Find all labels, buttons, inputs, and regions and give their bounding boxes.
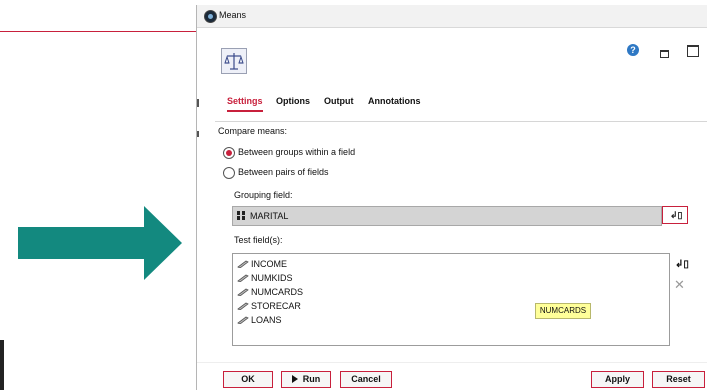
spss-modeler-icon [204, 10, 217, 23]
title-bar: Means [197, 5, 707, 28]
test-fields-list[interactable]: INCOME NUMKIDS NUMCARDS STORECAR LOANS N… [232, 253, 670, 346]
tab-annotations[interactable]: Annotations [368, 96, 421, 110]
compare-means-label: Compare means: [218, 126, 288, 136]
background-slide [0, 0, 196, 390]
tab-settings[interactable]: Settings [227, 96, 263, 112]
means-dialog: Means ? Settings Options Output Annotati… [196, 5, 707, 391]
reset-label: Reset [666, 374, 691, 384]
run-icon [291, 375, 298, 383]
tab-output[interactable]: Output [324, 96, 354, 110]
minimize-icon[interactable] [660, 50, 669, 58]
run-button[interactable]: Run [281, 371, 331, 388]
field-picker-icon: ↲▯ [670, 210, 683, 220]
slide-edge-bar [0, 340, 4, 390]
run-label: Run [302, 374, 321, 384]
radio-label: Between pairs of fields [238, 167, 329, 177]
tab-underline [215, 121, 707, 122]
window-title: Means [219, 10, 247, 20]
list-item-label: NUMCARDS [251, 287, 304, 297]
grouping-field-value: MARITAL [250, 211, 289, 221]
list-item-label: STORECAR [251, 301, 301, 311]
field-picker-button[interactable]: ↲▯ [662, 206, 688, 224]
radio-button[interactable] [223, 167, 235, 179]
continuous-field-icon [237, 274, 249, 282]
edge-marker [197, 99, 199, 107]
cancel-label: Cancel [351, 374, 381, 384]
remove-icon[interactable]: ✕ [674, 277, 685, 293]
field-picker-icon[interactable]: ↲▯ [675, 259, 689, 270]
field-tooltip: NUMCARDS [535, 303, 591, 319]
ok-button[interactable]: OK [223, 371, 273, 388]
reset-button[interactable]: Reset [652, 371, 705, 388]
maximize-icon[interactable] [687, 45, 699, 57]
continuous-field-icon [237, 316, 249, 324]
apply-label: Apply [604, 374, 630, 384]
help-icon[interactable]: ? [627, 44, 639, 56]
radio-label: Between groups within a field [238, 147, 356, 157]
continuous-field-icon [237, 288, 249, 296]
continuous-field-icon [237, 260, 249, 268]
balance-scale-icon [221, 48, 247, 74]
cancel-button[interactable]: Cancel [340, 371, 392, 388]
continuous-field-icon [237, 302, 249, 310]
slide-divider [0, 31, 196, 32]
list-item-label: NUMKIDS [251, 273, 293, 283]
list-item-label: LOANS [251, 315, 282, 325]
ok-label: OK [241, 374, 255, 384]
dialog-footer: OK Run Cancel Apply Reset [197, 362, 707, 391]
apply-button[interactable]: Apply [591, 371, 644, 388]
grouping-field-label: Grouping field: [234, 190, 293, 200]
list-item-label: INCOME [251, 259, 287, 269]
nominal-field-icon [237, 211, 245, 220]
edge-marker [197, 131, 199, 137]
test-fields-label: Test field(s): [234, 235, 283, 245]
radio-button[interactable] [223, 147, 235, 159]
grouping-field-input[interactable]: MARITAL [232, 206, 662, 226]
tab-options[interactable]: Options [276, 96, 310, 110]
pointer-arrow-icon [18, 206, 182, 280]
